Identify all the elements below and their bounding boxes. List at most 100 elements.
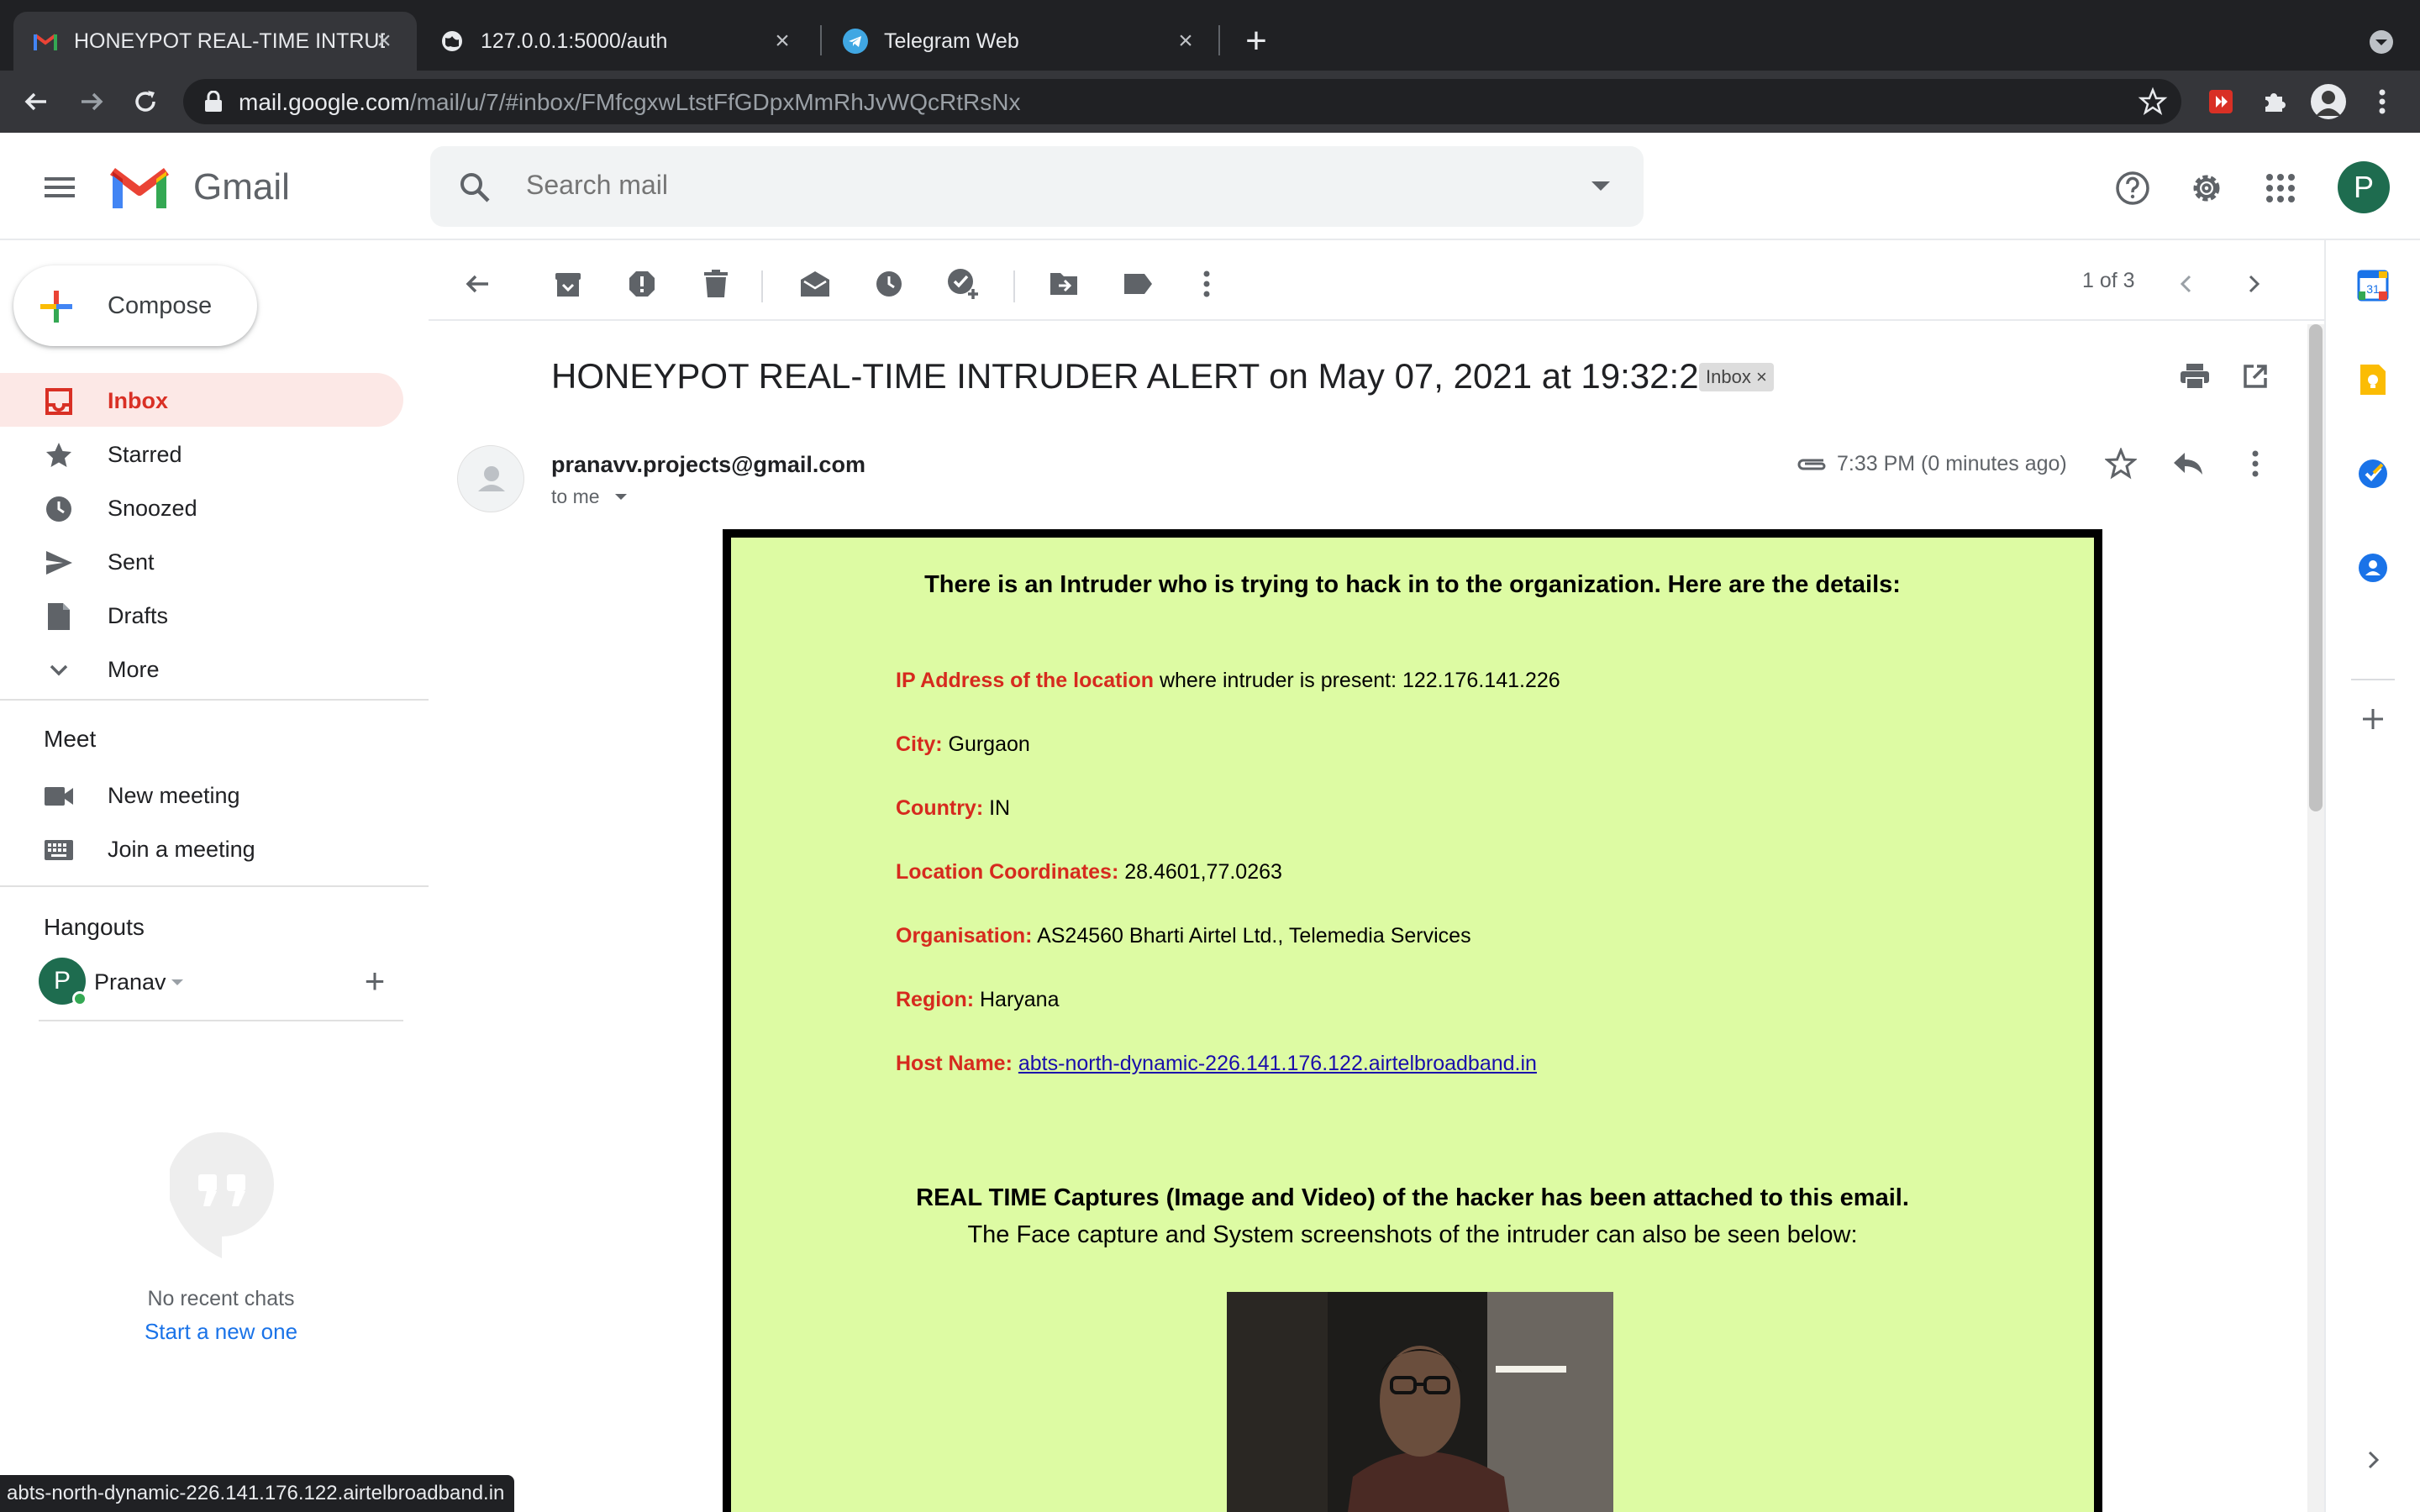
video-icon <box>44 781 74 811</box>
sidebar-item-label: Snoozed <box>108 496 197 521</box>
toolbar-divider <box>429 319 2324 321</box>
move-to-icon[interactable] <box>1044 264 1084 304</box>
delete-icon[interactable] <box>696 264 736 304</box>
newer-chevron-left-icon[interactable] <box>2166 264 2207 304</box>
sender-email[interactable]: pranavv.projects@gmail.com <box>551 452 865 478</box>
sidebar-divider <box>39 1020 403 1021</box>
keep-icon[interactable] <box>2354 361 2391 398</box>
show-details-caret-icon[interactable] <box>615 494 627 500</box>
detail-key: Region: <box>896 988 975 1011</box>
hostname-link[interactable]: abts-north-dynamic-226.141.176.122.airte… <box>1018 1052 1537 1075</box>
status-caret-icon[interactable] <box>171 979 183 985</box>
open-new-window-icon[interactable] <box>2235 356 2275 396</box>
forward-icon[interactable] <box>74 84 109 119</box>
hangouts-user-name: Pranav <box>94 969 166 995</box>
detail-value: AS24560 Bharti Airtel Ltd., Telemedia Se… <box>1032 924 1471 948</box>
sidebar-item-sent[interactable]: Sent <box>0 534 403 588</box>
search-input[interactable] <box>526 170 1450 201</box>
extensions-puzzle-icon[interactable] <box>2257 84 2292 119</box>
report-spam-icon[interactable] <box>622 264 662 304</box>
sidebar-item-label: Join a meeting <box>108 837 255 862</box>
bookmark-star-icon[interactable] <box>2138 87 2168 117</box>
back-icon[interactable] <box>18 84 54 119</box>
older-chevron-right-icon[interactable] <box>2233 264 2274 304</box>
detail-region: Region: Haryana <box>896 988 1060 1012</box>
add-task-icon[interactable] <box>943 264 983 304</box>
search-options-icon[interactable] <box>1591 181 1610 191</box>
mark-unread-icon[interactable] <box>795 264 835 304</box>
account-avatar[interactable]: P <box>2338 161 2390 213</box>
url-host: mail.google.com <box>239 89 410 115</box>
reload-icon[interactable] <box>128 84 163 119</box>
tab-telegram[interactable]: Telegram Web × <box>823 12 1218 71</box>
close-tab-icon[interactable]: × <box>1171 27 1200 55</box>
browser-tabstrip: HONEYPOT REAL-TIME INTRUDER ALERT on May… <box>0 0 2420 71</box>
tab-search-icon[interactable] <box>2365 25 2398 59</box>
compose-label: Compose <box>108 292 213 319</box>
address-bar[interactable]: mail.google.com/mail/u/7/#inbox/FMfcgxwL… <box>183 79 2181 124</box>
tab-gmail[interactable]: HONEYPOT REAL-TIME INTRUDER ALERT on May… <box>13 12 417 71</box>
archive-icon[interactable] <box>548 264 588 304</box>
sidebar-item-new-meeting[interactable]: New meeting <box>0 768 403 822</box>
star-message-icon[interactable] <box>2102 445 2139 482</box>
tasks-icon[interactable] <box>2354 455 2391 492</box>
calendar-icon[interactable]: 31 <box>2354 267 2391 304</box>
help-icon[interactable] <box>2112 168 2153 208</box>
hangouts-title: Hangouts <box>44 914 145 940</box>
print-icon[interactable] <box>2175 356 2215 396</box>
tab-title: Telegram Web <box>884 29 1019 53</box>
gmail-header: Gmail P <box>0 133 2420 240</box>
snooze-icon[interactable] <box>869 264 909 304</box>
close-tab-icon[interactable]: × <box>370 27 398 55</box>
recipient-summary[interactable]: to me <box>551 486 600 508</box>
new-tab-icon[interactable]: + <box>1239 23 1274 60</box>
detail-value: Gurgaon <box>942 732 1030 756</box>
more-options-icon[interactable] <box>1186 264 1227 304</box>
lock-icon[interactable] <box>203 90 224 113</box>
search-icon[interactable] <box>457 170 492 205</box>
start-new-chat-link[interactable]: Start a new one <box>0 1319 442 1345</box>
tab-title: 127.0.0.1:5000/auth <box>481 29 668 53</box>
tab-separator <box>1218 25 1220 55</box>
profile-avatar-icon[interactable] <box>2311 84 2346 119</box>
search-bar[interactable] <box>430 146 1644 227</box>
main-menu-icon[interactable] <box>42 170 77 205</box>
browser-menu-icon[interactable] <box>2365 84 2400 119</box>
sidebar-item-snoozed[interactable]: Snoozed <box>0 480 403 534</box>
sidebar-item-drafts[interactable]: Drafts <box>0 588 403 642</box>
pagination-count: 1 of 3 <box>2082 269 2135 292</box>
hangouts-user-row[interactable]: P Pranav + <box>39 958 408 1008</box>
email-subject: HONEYPOT REAL-TIME INTRUDER ALERT on May… <box>551 356 1718 396</box>
draft-icon <box>44 601 74 632</box>
back-to-inbox-icon[interactable] <box>457 264 497 304</box>
hangouts-quote-icon <box>167 1131 274 1258</box>
message-more-icon[interactable] <box>2237 445 2274 482</box>
face-capture-image[interactable] <box>1227 1292 1613 1512</box>
detail-value: IN <box>983 796 1011 820</box>
extension-red-icon[interactable] <box>2203 84 2238 119</box>
gmail-logo-icon[interactable] <box>109 165 170 212</box>
tab-localhost[interactable]: 127.0.0.1:5000/auth × <box>420 12 815 71</box>
compose-button[interactable]: Compose <box>13 265 257 346</box>
sidebar-item-label: More <box>108 657 160 682</box>
label-icon[interactable] <box>1118 264 1158 304</box>
sidebar-divider <box>0 699 429 701</box>
sender-avatar[interactable] <box>457 445 524 512</box>
inbox-label-badge[interactable]: Inbox × <box>1699 363 1774 391</box>
sidebar-item-join-meeting[interactable]: Join a meeting <box>0 822 403 875</box>
hide-panel-chevron-icon[interactable] <box>2354 1441 2391 1478</box>
captures-subtitle: The Face capture and System screenshots … <box>967 1221 1858 1248</box>
sidebar-item-starred[interactable]: Starred <box>0 427 403 480</box>
google-apps-icon[interactable] <box>2260 168 2301 208</box>
sidebar-item-inbox[interactable]: Inbox <box>0 373 403 427</box>
settings-gear-icon[interactable] <box>2186 168 2227 208</box>
contacts-icon[interactable] <box>2354 549 2391 586</box>
get-addons-plus-icon[interactable] <box>2354 701 2391 738</box>
remove-label-icon[interactable]: × <box>1756 366 1767 387</box>
message-time: 7:33 PM (0 minutes ago) <box>1837 452 2067 475</box>
message-scrollbar-thumb[interactable] <box>2309 324 2323 811</box>
sidebar-item-more[interactable]: More <box>0 642 403 696</box>
reply-icon[interactable] <box>2170 445 2207 482</box>
close-tab-icon[interactable]: × <box>768 27 797 55</box>
add-chat-icon[interactable]: + <box>358 963 392 999</box>
